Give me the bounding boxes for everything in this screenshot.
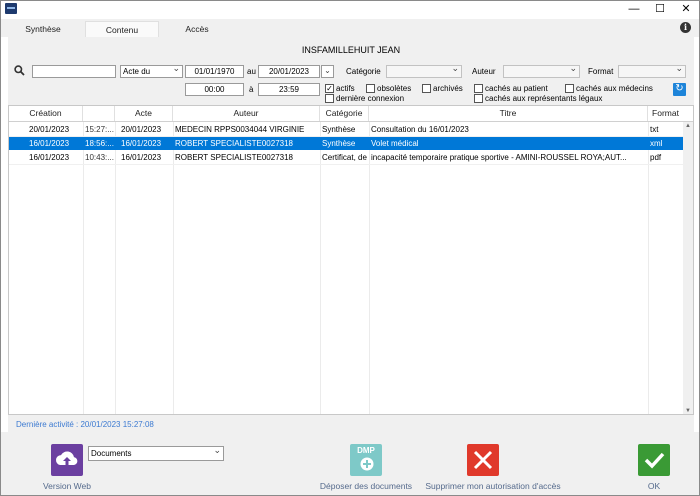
- patient-name: INSFAMILLEHUIT JEAN: [301, 45, 401, 55]
- version-web-label: Version Web: [42, 481, 92, 491]
- checkbox-caches-representants[interactable]: [474, 94, 483, 103]
- col-header-format[interactable]: Format: [648, 106, 683, 121]
- cell-acte: 16/01/2023: [121, 153, 162, 162]
- date-to-label: au: [247, 67, 256, 76]
- checkbox-actifs[interactable]: ✓: [325, 84, 334, 93]
- refresh-button[interactable]: ↻: [673, 83, 686, 96]
- cell-acte: 20/01/2023: [121, 125, 162, 134]
- last-activity: Dernière activité : 20/01/2023 15:27:08: [16, 420, 154, 429]
- maximize-button[interactable]: ☐: [647, 1, 673, 17]
- date-type-select[interactable]: Acte du: [120, 65, 183, 78]
- cell-titre: Volet médical: [371, 139, 419, 148]
- content-panel: INSFAMILLEHUIT JEAN Acte du 01/01/1970 a…: [8, 37, 694, 432]
- cell-format: xml: [650, 139, 663, 148]
- date-to-field[interactable]: 20/01/2023: [258, 65, 320, 78]
- tab-bar: Synthèse Contenu Accès i: [1, 19, 699, 37]
- deposer-documents-label: Déposer des documents: [319, 481, 413, 491]
- col-header-acte[interactable]: Acte: [115, 106, 173, 121]
- category-label: Catégorie: [346, 67, 381, 76]
- date-from-field[interactable]: 01/01/1970: [185, 65, 244, 78]
- table-row[interactable]: 20/01/2023 15:27:... 20/01/2023 MEDECIN …: [9, 123, 683, 136]
- search-input[interactable]: [32, 65, 116, 78]
- cell-titre: incapacité temporaire pratique sportive …: [371, 153, 627, 162]
- cell-creation: 16/01/2023: [29, 153, 70, 162]
- cell-time: 10:43:...: [85, 153, 114, 162]
- col-header-categorie[interactable]: Catégorie: [320, 106, 369, 121]
- deposer-documents-button[interactable]: DMP: [350, 444, 382, 476]
- category-select[interactable]: [386, 65, 462, 78]
- checkbox-obsoletes[interactable]: [366, 84, 375, 93]
- author-label: Auteur: [472, 67, 496, 76]
- supprimer-autorisation-label: Supprimer mon autorisation d'accès: [425, 481, 561, 491]
- checkbox-caches-medecins[interactable]: [565, 84, 574, 93]
- app-window: — ☐ ✕ Synthèse Contenu Accès i INSFAMILL…: [0, 0, 700, 496]
- col-header-time[interactable]: [83, 106, 115, 121]
- title-bar: — ☐ ✕: [1, 1, 699, 17]
- col-header-auteur[interactable]: Auteur: [173, 106, 320, 121]
- cell-format: pdf: [650, 153, 662, 162]
- app-icon: [5, 3, 17, 14]
- checkbox-derniere-connexion[interactable]: [325, 94, 334, 103]
- date-picker-button[interactable]: ⌄: [321, 65, 334, 78]
- cell-auteur: ROBERT SPECIALISTE0027318: [175, 139, 293, 148]
- cell-auteur: ROBERT SPECIALISTE0027318: [175, 153, 293, 162]
- col-header-titre[interactable]: Titre: [369, 106, 648, 121]
- cell-creation: 20/01/2023: [29, 125, 70, 134]
- documents-select[interactable]: Documents: [88, 446, 224, 461]
- refresh-icon: ↻: [675, 83, 684, 94]
- time-from-field[interactable]: 00:00: [185, 83, 244, 96]
- checkbox-archives-label: archivés: [433, 84, 463, 93]
- info-icon[interactable]: i: [680, 22, 691, 33]
- action-bar: Version Web Documents DMP Déposer des do…: [1, 432, 699, 495]
- cell-auteur: MEDECIN RPPS0034044 VIRGINIE: [175, 125, 305, 134]
- vertical-scrollbar[interactable]: ▲ ▼: [683, 122, 693, 414]
- close-icon: [473, 450, 493, 470]
- plus-icon: [360, 457, 374, 471]
- checkbox-caches-patient[interactable]: [474, 84, 483, 93]
- cell-acte: 16/01/2023: [121, 139, 162, 148]
- minimize-button[interactable]: —: [621, 1, 647, 17]
- cell-categorie: Synthèse: [322, 125, 356, 134]
- tab-acces[interactable]: Accès: [160, 21, 234, 37]
- cell-titre: Consultation du 16/01/2023: [371, 125, 469, 134]
- dmp-badge: DMP: [357, 446, 375, 455]
- table-row-selected[interactable]: 16/01/2023 18:56:... 16/01/2023 ROBERT S…: [9, 137, 683, 150]
- supprimer-autorisation-button[interactable]: [467, 444, 499, 476]
- tab-synthese[interactable]: Synthèse: [6, 21, 80, 37]
- format-select[interactable]: [618, 65, 686, 78]
- cell-time: 18:56:...: [85, 139, 114, 148]
- tab-contenu[interactable]: Contenu: [85, 21, 159, 37]
- cell-format: txt: [650, 125, 659, 134]
- cell-categorie: Synthèse: [322, 139, 356, 148]
- time-to-label: à: [249, 85, 254, 94]
- checkbox-caches-representants-label: cachés aux représentants légaux: [485, 94, 603, 103]
- documents-table: Création Acte Auteur Catégorie Titre For…: [8, 105, 694, 415]
- ok-button[interactable]: [638, 444, 670, 476]
- author-select[interactable]: [503, 65, 580, 78]
- cell-creation: 16/01/2023: [29, 139, 70, 148]
- format-label: Format: [588, 67, 614, 76]
- version-web-button[interactable]: [51, 444, 83, 476]
- search-icon: [14, 65, 25, 76]
- scroll-down-icon[interactable]: ▼: [684, 408, 692, 414]
- close-button[interactable]: ✕: [673, 1, 699, 17]
- scroll-up-icon[interactable]: ▲: [684, 123, 692, 129]
- ok-label: OK: [647, 481, 661, 491]
- checkbox-derniere-connexion-label: dernière connexion: [336, 94, 405, 103]
- checkbox-archives[interactable]: [422, 84, 431, 93]
- time-to-field[interactable]: 23:59: [258, 83, 320, 96]
- cell-categorie: Certificat, de: [322, 153, 367, 162]
- cloud-upload-icon: [55, 451, 78, 465]
- checkmark-icon: [644, 452, 665, 469]
- table-row[interactable]: 16/01/2023 10:43:... 16/01/2023 ROBERT S…: [9, 151, 683, 164]
- cell-time: 15:27:...: [85, 125, 114, 134]
- col-header-creation[interactable]: Création: [9, 106, 83, 121]
